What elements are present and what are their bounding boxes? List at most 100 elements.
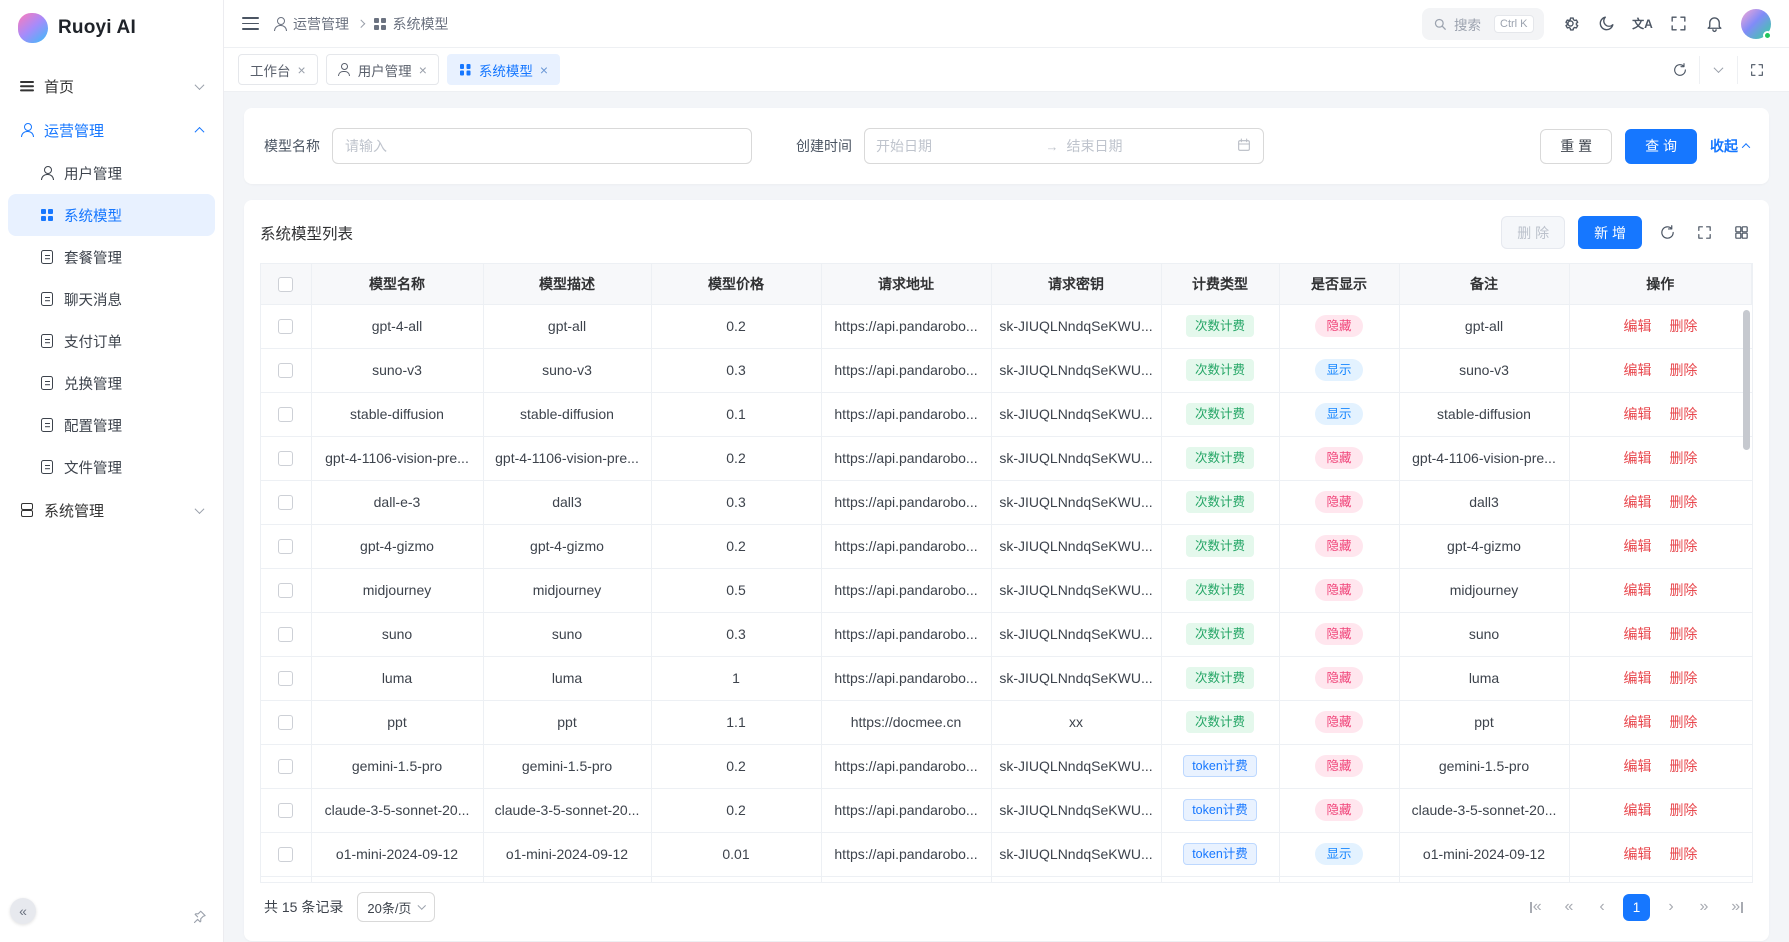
model-description: dall3: [552, 494, 582, 510]
delete-link[interactable]: 删除: [1669, 802, 1697, 818]
edit-link[interactable]: 编辑: [1624, 494, 1652, 510]
model-price: 0.3: [726, 626, 745, 642]
reset-button[interactable]: 重 置: [1540, 129, 1612, 164]
tab-item[interactable]: 工作台: [238, 54, 318, 85]
collapse-filter-link[interactable]: 收起: [1710, 136, 1749, 156]
batch-delete-button[interactable]: 删 除: [1501, 216, 1565, 249]
edit-link[interactable]: 编辑: [1624, 318, 1652, 334]
jump-forward-icon[interactable]: [1692, 894, 1716, 920]
edit-link[interactable]: 编辑: [1624, 406, 1652, 422]
delete-link[interactable]: 删除: [1669, 758, 1697, 774]
dark-mode-moon-icon[interactable]: [1597, 14, 1616, 33]
edit-link[interactable]: 编辑: [1624, 450, 1652, 466]
sidebar-item[interactable]: 文件管理: [8, 446, 215, 488]
tab-item[interactable]: 系统模型: [447, 54, 560, 85]
edit-link[interactable]: 编辑: [1624, 758, 1652, 774]
edit-link[interactable]: 编辑: [1624, 582, 1652, 598]
user-avatar[interactable]: [1741, 9, 1771, 39]
delete-link[interactable]: 删除: [1669, 626, 1697, 642]
language-translate-icon[interactable]: 文A: [1633, 14, 1652, 33]
sidebar-item[interactable]: 支付订单: [8, 320, 215, 362]
edit-link[interactable]: 编辑: [1624, 714, 1652, 730]
sidebar-group-operations[interactable]: 运营管理: [8, 108, 215, 152]
row-checkbox[interactable]: [278, 759, 293, 774]
breadcrumb-item[interactable]: 运营管理: [273, 14, 349, 34]
edit-link[interactable]: 编辑: [1624, 538, 1652, 554]
delete-link[interactable]: 删除: [1669, 450, 1697, 466]
sidebar-item[interactable]: 聊天消息: [8, 278, 215, 320]
delete-link[interactable]: 删除: [1669, 362, 1697, 378]
first-page-icon[interactable]: [1524, 894, 1548, 920]
delete-link[interactable]: 删除: [1669, 538, 1697, 554]
sidebar-group-label: 运营管理: [44, 120, 104, 141]
row-checkbox[interactable]: [278, 803, 293, 818]
close-icon[interactable]: [540, 63, 548, 77]
edit-link[interactable]: 编辑: [1624, 802, 1652, 818]
edit-link[interactable]: 编辑: [1624, 846, 1652, 862]
table-refresh-icon[interactable]: [1655, 221, 1679, 245]
edit-link[interactable]: 编辑: [1624, 626, 1652, 642]
column-settings-icon[interactable]: [1729, 221, 1753, 245]
table-scrollbar[interactable]: [1743, 310, 1750, 450]
row-checkbox[interactable]: [278, 847, 293, 862]
menu-toggle-icon[interactable]: [242, 17, 259, 30]
row-checkbox[interactable]: [278, 539, 293, 554]
close-icon[interactable]: [298, 63, 306, 77]
sidebar-item[interactable]: 兑换管理: [8, 362, 215, 404]
start-date-input[interactable]: [876, 138, 1038, 154]
row-checkbox[interactable]: [278, 319, 293, 334]
current-page[interactable]: 1: [1623, 894, 1650, 921]
query-button[interactable]: 查 询: [1625, 129, 1697, 164]
end-date-input[interactable]: [1067, 138, 1229, 154]
model-name-input[interactable]: [332, 128, 752, 164]
row-checkbox[interactable]: [278, 583, 293, 598]
sidebar-item[interactable]: 用户管理: [8, 152, 215, 194]
table-fullscreen-icon[interactable]: [1692, 221, 1716, 245]
chat-icon: [40, 292, 54, 306]
settings-gear-icon[interactable]: [1561, 14, 1580, 33]
delete-link[interactable]: 删除: [1669, 846, 1697, 862]
row-checkbox[interactable]: [278, 451, 293, 466]
delete-link[interactable]: 删除: [1669, 494, 1697, 510]
row-checkbox[interactable]: [278, 671, 293, 686]
row-checkbox[interactable]: [278, 407, 293, 422]
sidebar-item[interactable]: 套餐管理: [8, 236, 215, 278]
delete-link[interactable]: 删除: [1669, 318, 1697, 334]
add-button[interactable]: 新 增: [1578, 216, 1642, 249]
visibility-tag: 显示: [1315, 403, 1362, 426]
last-page-icon[interactable]: [1725, 894, 1749, 920]
sidebar-item[interactable]: 配置管理: [8, 404, 215, 446]
delete-link[interactable]: 删除: [1669, 670, 1697, 686]
app-logo[interactable]: Ruoyi AI: [0, 0, 223, 56]
next-page-icon[interactable]: [1659, 894, 1683, 920]
row-checkbox[interactable]: [278, 715, 293, 730]
chevron-down-icon[interactable]: [1699, 56, 1737, 84]
page-size-select[interactable]: 20条/页: [357, 892, 435, 922]
delete-link[interactable]: 删除: [1669, 714, 1697, 730]
jump-back-icon[interactable]: [1557, 894, 1581, 920]
refresh-icon[interactable]: [1661, 56, 1699, 84]
sidebar-item[interactable]: 系统模型: [8, 194, 215, 236]
prev-page-icon[interactable]: [1590, 894, 1614, 920]
global-search[interactable]: 搜索 Ctrl K: [1422, 8, 1544, 40]
select-all-checkbox[interactable]: [278, 277, 293, 292]
breadcrumb-item[interactable]: 系统模型: [373, 14, 449, 34]
row-checkbox[interactable]: [278, 363, 293, 378]
close-icon[interactable]: [419, 63, 427, 77]
sidebar-item-home[interactable]: 首页: [8, 64, 215, 108]
row-checkbox[interactable]: [278, 495, 293, 510]
delete-link[interactable]: 删除: [1669, 582, 1697, 598]
notification-bell-icon[interactable]: [1705, 14, 1724, 33]
tab-item[interactable]: 用户管理: [326, 54, 439, 85]
delete-link[interactable]: 删除: [1669, 406, 1697, 422]
sidebar-group-system[interactable]: 系统管理: [8, 488, 215, 532]
edit-link[interactable]: 编辑: [1624, 670, 1652, 686]
row-checkbox[interactable]: [278, 627, 293, 642]
content-fullscreen-icon[interactable]: [1737, 56, 1775, 84]
pin-icon[interactable]: [192, 910, 207, 928]
request-url: https://api.pandarobo...: [834, 670, 977, 686]
fullscreen-icon[interactable]: [1669, 14, 1688, 33]
sidebar-collapse-button[interactable]: [10, 898, 36, 924]
date-range-picker[interactable]: [864, 128, 1264, 164]
edit-link[interactable]: 编辑: [1624, 362, 1652, 378]
